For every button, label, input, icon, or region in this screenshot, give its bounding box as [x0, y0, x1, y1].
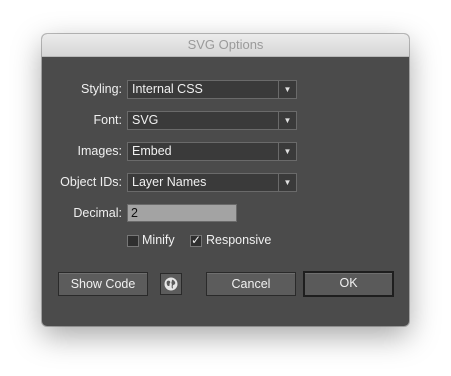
- svg-options-dialog: SVG Options Styling: Internal CSS ▼ Font…: [42, 34, 409, 326]
- chevron-down-icon: ▼: [278, 143, 296, 160]
- responsive-label: Responsive: [206, 233, 272, 247]
- responsive-checkbox[interactable]: [190, 233, 202, 247]
- ok-button[interactable]: OK: [303, 271, 394, 297]
- styling-row: Styling: Internal CSS ▼: [42, 79, 409, 101]
- show-code-button[interactable]: Show Code: [58, 272, 148, 296]
- decimal-input[interactable]: 2: [127, 204, 237, 222]
- object-ids-label: Object IDs:: [60, 175, 122, 189]
- object-ids-select[interactable]: Layer Names ▼: [127, 173, 297, 192]
- dialog-title: SVG Options: [42, 34, 409, 57]
- images-value: Embed: [132, 144, 172, 158]
- object-ids-value: Layer Names: [132, 175, 207, 189]
- styling-select[interactable]: Internal CSS ▼: [127, 80, 297, 99]
- decimal-label: Decimal:: [73, 206, 122, 220]
- images-select[interactable]: Embed ▼: [127, 142, 297, 161]
- globe-icon: [164, 277, 178, 291]
- cancel-button[interactable]: Cancel: [206, 272, 296, 296]
- font-select[interactable]: SVG ▼: [127, 111, 297, 130]
- styling-value: Internal CSS: [132, 82, 203, 96]
- chevron-down-icon: ▼: [278, 174, 296, 191]
- chevron-down-icon: ▼: [278, 81, 296, 98]
- decimal-row: Decimal: 2: [42, 203, 409, 225]
- images-label: Images:: [77, 144, 122, 158]
- font-value: SVG: [132, 113, 159, 127]
- chevron-down-icon: ▼: [278, 112, 296, 129]
- font-row: Font: SVG ▼: [42, 110, 409, 132]
- font-label: Font:: [93, 113, 123, 127]
- object-ids-row: Object IDs: Layer Names ▼: [42, 172, 409, 194]
- minify-checkbox[interactable]: [127, 235, 139, 247]
- images-row: Images: Embed ▼: [42, 141, 409, 163]
- styling-label: Styling:: [81, 82, 122, 96]
- web-preview-button[interactable]: [160, 273, 182, 295]
- minify-label: Minify: [142, 233, 175, 247]
